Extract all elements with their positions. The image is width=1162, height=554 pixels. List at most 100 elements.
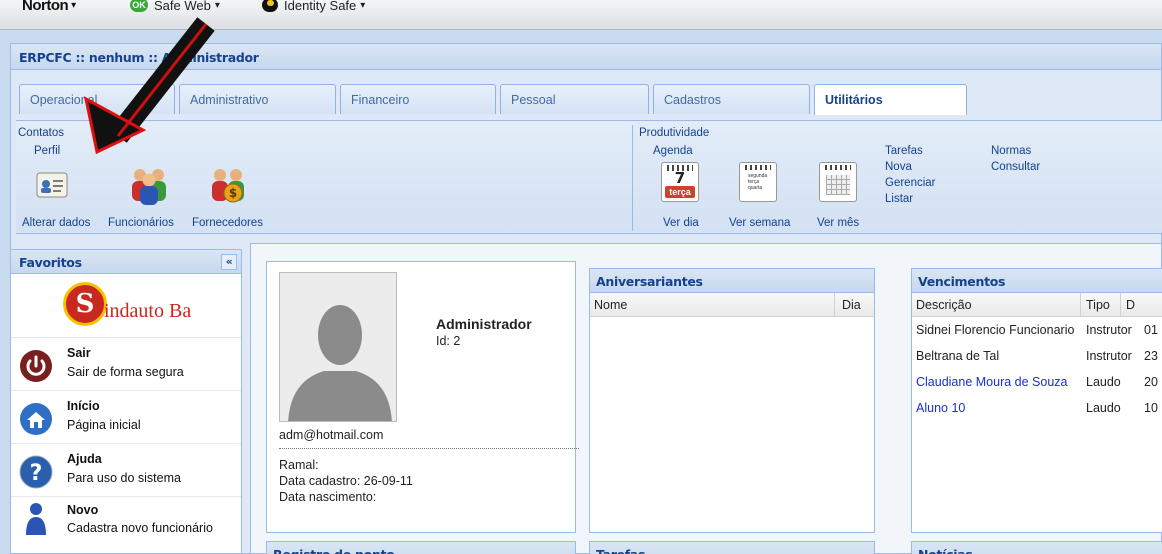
calendar-month-icon[interactable] [819, 162, 857, 202]
column-separator [1080, 293, 1081, 317]
employees-icon[interactable] [128, 165, 170, 205]
fav-item-sair[interactable]: Sair Sair de forma segura [11, 338, 241, 391]
table-row[interactable]: Aluno 10 Laudo 10 [912, 395, 1162, 421]
ver-mes-button[interactable]: Ver mês [817, 217, 859, 229]
row-d: 20 [1144, 375, 1158, 389]
profile-data-nascimento: Data nascimento: [279, 490, 377, 504]
fornecedores-button[interactable]: Fornecedores [192, 217, 263, 229]
row-tipo: Instrutor [1086, 349, 1132, 363]
identity-safe-label: Identity Safe [284, 0, 357, 13]
calendar-weekday: terça [665, 186, 695, 198]
profile-divider [279, 448, 579, 449]
calendar-day-icon[interactable]: 7 terça [661, 162, 699, 202]
ribbon-panel: Contatos Perfil $ Alterar dados Funcioná… [16, 120, 1162, 234]
identity-safe-menu[interactable]: Identity Safe ▾ [262, 0, 365, 14]
row-descricao-link[interactable]: Claudiane Moura de Souza [916, 375, 1082, 389]
vencimentos-panel: Vencimentos Descrição Tipo D Sidnei Flor… [911, 268, 1162, 533]
registro-ponto-title: Registro de ponto [267, 542, 575, 554]
agenda-label: Agenda [653, 145, 693, 157]
table-row[interactable]: Claudiane Moura de Souza Laudo 20 [912, 369, 1162, 395]
norton-toolbar: Norton ▾ OK Safe Web ▾ Identity Safe ▾ [0, 0, 1162, 30]
ver-semana-button[interactable]: Ver semana [729, 217, 790, 229]
tab-utilitarios[interactable]: Utilitários [814, 84, 967, 115]
profile-data-cadastro: Data cadastro: 26-09-11 [279, 474, 413, 488]
fav-title: Início [67, 399, 100, 413]
profile-panel: Administrador Id: 2 adm@hotmail.com Rama… [266, 261, 579, 533]
chevron-down-icon: ▾ [214, 0, 220, 11]
fav-subtitle: Cadastra novo funcionário [67, 521, 213, 535]
tab-cadastros[interactable]: Cadastros [653, 84, 810, 114]
logo-letter: S [63, 282, 107, 326]
calendar-rings [825, 165, 851, 170]
week-line-3: quarta [748, 185, 763, 191]
row-d: 23 [1144, 349, 1158, 363]
window-title: ERPCFC :: nenhum :: Administrador [11, 44, 1161, 70]
help-icon: ? [19, 455, 53, 489]
column-header-dia[interactable]: Dia [842, 298, 861, 312]
identity-safe-icon [262, 0, 278, 12]
tab-administrativo[interactable]: Administrativo [179, 84, 336, 114]
perfil-label: Perfil [34, 145, 61, 157]
funcionarios-button[interactable]: Funcionários [108, 217, 174, 229]
profile-ramal: Ramal: [279, 458, 319, 472]
tab-bar: Operacional Administrativo Financeiro Pe… [19, 84, 1159, 115]
row-d: 10 [1144, 401, 1158, 415]
svg-text:?: ? [30, 461, 43, 486]
fav-subtitle: Página inicial [67, 418, 141, 432]
normas-consultar-link[interactable]: Consultar [991, 161, 1040, 173]
ribbon-group-title: Contatos [18, 127, 65, 139]
calendar-day-number: 7 [674, 169, 686, 187]
ver-dia-button[interactable]: Ver dia [663, 217, 699, 229]
user-silhouette-icon [280, 273, 396, 421]
normas-title: Normas [991, 145, 1032, 157]
column-header-d[interactable]: D [1126, 298, 1135, 312]
favoritos-panel: Favoritos « S indauto Ba Sair Sair de fo… [10, 249, 242, 554]
tab-operacional[interactable]: Operacional [19, 84, 175, 114]
fav-subtitle: Para uso do sistema [67, 471, 181, 485]
tarefas-title: Tarefas [885, 145, 923, 157]
svg-text:$: $ [229, 186, 237, 200]
row-d: 01 [1144, 323, 1158, 337]
aniversariantes-title: Aniversariantes [590, 269, 874, 293]
fav-item-novo[interactable]: Novo Cadastra novo funcionário [11, 497, 241, 550]
noticias-title: Notícias [912, 542, 1162, 554]
table-row[interactable]: Sidnei Florencio Funcionario Instrutor 0… [912, 317, 1162, 343]
column-header-nome[interactable]: Nome [594, 298, 627, 312]
calendar-week-icon[interactable]: segunda terça quarta [739, 162, 777, 202]
calendar-rings [745, 165, 771, 170]
aniversariantes-grid-header: Nome Dia [590, 293, 874, 317]
row-descricao: Sidnei Florencio Funcionario [916, 323, 1075, 337]
tarefas-nova-link[interactable]: Nova [885, 161, 912, 173]
tarefas-panel: Tarefas [589, 541, 875, 554]
column-separator [1120, 293, 1121, 317]
alterar-dados-button[interactable]: Alterar dados [22, 217, 90, 229]
norton-menu[interactable]: Norton ▾ [22, 0, 76, 14]
tab-pessoal[interactable]: Pessoal [500, 84, 649, 114]
profile-id: Id: 2 [436, 334, 461, 348]
id-card-icon[interactable] [34, 167, 70, 203]
fav-title: Ajuda [67, 452, 102, 466]
row-tipo: Laudo [1086, 401, 1121, 415]
fav-subtitle: Sair de forma segura [67, 365, 184, 379]
collapse-button[interactable]: « [221, 254, 237, 270]
vencimentos-title: Vencimentos [912, 269, 1162, 293]
tab-financeiro[interactable]: Financeiro [340, 84, 496, 114]
column-header-tipo[interactable]: Tipo [1086, 298, 1110, 312]
chevron-down-icon: ▾ [360, 0, 366, 11]
ribbon-group-contatos: Contatos Perfil $ Alterar dados Funcioná… [16, 121, 626, 235]
tarefas-listar-link[interactable]: Listar [885, 193, 913, 205]
column-header-descricao[interactable]: Descrição [916, 298, 972, 312]
chevron-down-icon: ▾ [71, 0, 76, 11]
fav-item-inicio[interactable]: Início Página inicial [11, 391, 241, 444]
suppliers-icon[interactable]: $ [208, 165, 250, 205]
aniversariantes-panel: Aniversariantes Nome Dia [589, 268, 875, 533]
ribbon-group-title: Produtividade [639, 127, 710, 139]
row-descricao-link[interactable]: Aluno 10 [916, 401, 1082, 415]
tarefas-gerenciar-link[interactable]: Gerenciar [885, 177, 936, 189]
tarefas-title: Tarefas [590, 542, 874, 554]
fav-item-ajuda[interactable]: ? Ajuda Para uso do sistema [11, 444, 241, 497]
table-row[interactable]: Beltrana de Tal Instrutor 23 [912, 343, 1162, 369]
home-icon [20, 403, 52, 435]
ok-badge-icon: OK [130, 0, 148, 12]
safe-web-menu[interactable]: OK Safe Web ▾ [130, 0, 220, 14]
